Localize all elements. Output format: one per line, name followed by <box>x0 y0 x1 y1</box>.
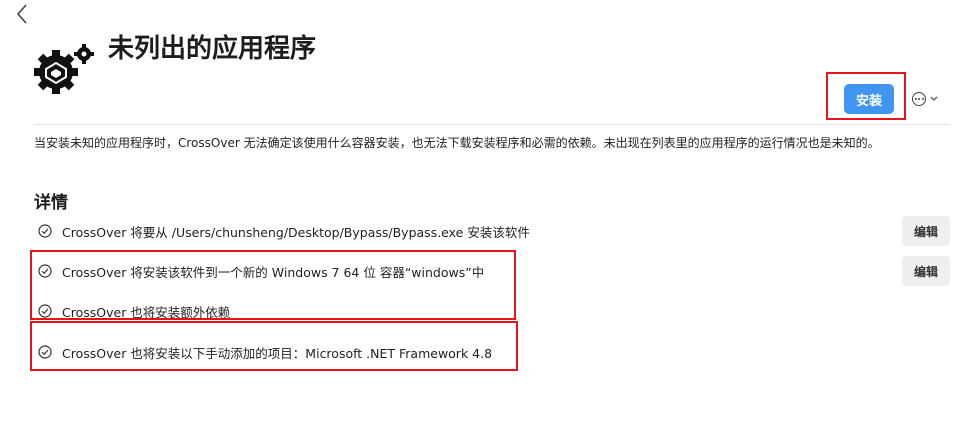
detail-item: CrossOver 也将安装以下手动添加的项目：Microsoft .NET F… <box>38 342 492 362</box>
chevron-down-icon <box>930 96 938 101</box>
details-heading: 详情 <box>34 193 68 213</box>
detail-item-text: CrossOver 也将安装以下手动添加的项目：Microsoft .NET F… <box>62 345 493 361</box>
divider <box>34 124 950 125</box>
more-icon <box>912 92 926 106</box>
app-icon <box>34 42 100 94</box>
description-text: 当安装未知的应用程序时，CrossOver 无法确定该使用什么容器安装，也无法下… <box>34 136 880 150</box>
edit-button[interactable]: 编辑 <box>902 216 950 246</box>
detail-item-text: CrossOver 将安装该软件到一个新的 Windows 7 64 位 容器“… <box>62 264 485 280</box>
detail-item-text: CrossOver 也将安装额外依赖 <box>62 304 231 320</box>
gears-icon <box>34 44 94 94</box>
chevron-left-icon <box>16 4 27 24</box>
check-circle-icon <box>38 264 52 278</box>
detail-item: CrossOver 将要从 /Users/chunsheng/Desktop/B… <box>38 221 530 241</box>
check-circle-icon <box>38 224 52 238</box>
check-circle-icon <box>38 304 52 318</box>
install-button[interactable]: 安装 <box>844 84 894 114</box>
detail-item: CrossOver 将安装该软件到一个新的 Windows 7 64 位 容器“… <box>38 261 484 281</box>
detail-item-text: CrossOver 将要从 /Users/chunsheng/Desktop/B… <box>62 224 530 240</box>
back-button[interactable] <box>12 2 34 26</box>
edit-button[interactable]: 编辑 <box>902 256 950 286</box>
detail-item: CrossOver 也将安装额外依赖 <box>38 301 230 321</box>
more-menu-button[interactable] <box>912 90 946 108</box>
check-circle-icon <box>38 345 52 359</box>
page-title: 未列出的应用程序 <box>108 34 317 64</box>
